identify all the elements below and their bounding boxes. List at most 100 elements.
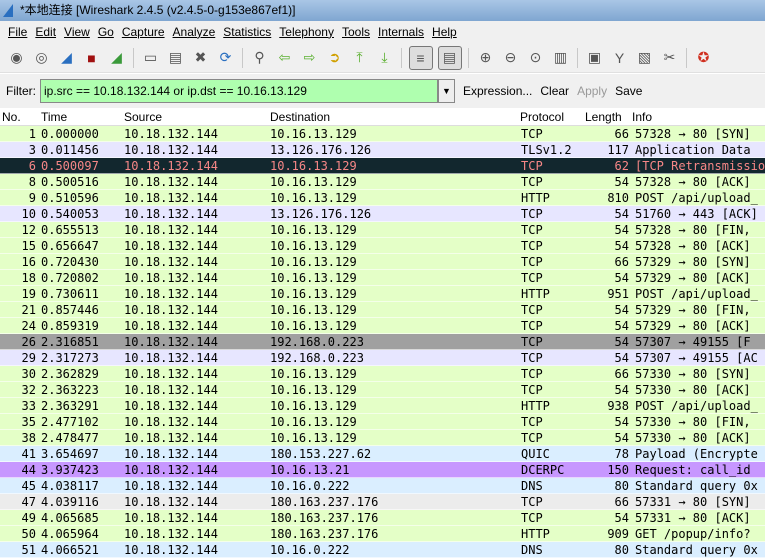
options-icon[interactable]: ◎ [32,48,52,68]
column-time[interactable]: Time [41,110,67,125]
column-source[interactable]: Source [124,110,162,125]
clear-button[interactable]: Clear [540,84,569,98]
menu-file[interactable]: File [4,21,31,43]
packet-row[interactable]: 41 3.654697 10.18.132.144 180.153.227.62 QUI… [0,446,765,462]
close-icon[interactable]: ✖ [191,48,211,68]
menu-statistics[interactable]: Statistics [219,21,275,43]
first-icon[interactable]: ⤒ [350,48,370,68]
cell-len: 810 [607,191,629,205]
packet-row[interactable]: 26 2.316851 10.18.132.144 192.168.0.223 TCP 5… [0,334,765,350]
menu-internals[interactable]: Internals [374,21,428,43]
forward-icon[interactable]: ⇨ [300,48,320,68]
menu-analyze[interactable]: Analyze [169,21,220,43]
menu-tools[interactable]: Tools [338,21,374,43]
column-no[interactable]: No. [2,110,21,125]
filter-dropdown-button[interactable]: ▼ [438,79,455,103]
cell-time: 0.656647 [41,239,99,253]
menu-view[interactable]: View [60,21,94,43]
cell-info: Application Data [635,143,751,157]
goto-icon[interactable]: ➲ [325,48,345,68]
save-filter-button[interactable]: Save [615,84,642,98]
packet-row[interactable]: 44 3.937423 10.18.132.144 10.16.13.21 DCERPC… [0,462,765,478]
cell-dst: 10.16.13.129 [270,159,357,173]
interfaces-icon[interactable]: ◉ [7,48,27,68]
cell-info: [TCP Retransmission] [635,159,765,173]
packet-row[interactable]: 8 0.500516 10.18.132.144 10.16.13.129 TCP 54 5… [0,174,765,190]
resize-columns-icon[interactable]: ▥ [551,48,571,68]
cell-time: 4.066521 [41,543,99,557]
cell-time: 0.859319 [41,319,99,333]
menu-go[interactable]: Go [94,21,118,43]
cell-proto: HTTP [521,527,550,541]
packet-row[interactable]: 6 0.500097 10.18.132.144 10.16.13.129 TCP 62 [… [0,158,765,174]
cell-no: 38 [21,431,36,445]
cell-src: 10.18.132.144 [124,367,218,381]
packet-row[interactable]: 19 0.730611 10.18.132.144 10.16.13.129 HTTP 9… [0,286,765,302]
packet-row[interactable]: 33 2.363291 10.18.132.144 10.16.13.129 HTTP 9… [0,398,765,414]
cell-src: 10.18.132.144 [124,319,218,333]
start-capture-icon[interactable]: ◢ [57,48,77,68]
packet-row[interactable]: 30 2.362829 10.18.132.144 10.16.13.129 TCP 66… [0,366,765,382]
packet-row[interactable]: 10 0.540053 10.18.132.144 13.126.176.126 TCP… [0,206,765,222]
zoom-out-icon[interactable]: ⊖ [501,48,521,68]
packet-row[interactable]: 49 4.065685 10.18.132.144 180.163.237.176 TC… [0,510,765,526]
column-protocol[interactable]: Protocol [520,110,564,125]
packet-row[interactable]: 21 0.857446 10.18.132.144 10.16.13.129 TCP 54… [0,302,765,318]
packet-row[interactable]: 15 0.656647 10.18.132.144 10.16.13.129 TCP 54… [0,238,765,254]
packet-row[interactable]: 32 2.363223 10.18.132.144 10.16.13.129 TCP 54… [0,382,765,398]
zoom-in-icon[interactable]: ⊕ [476,48,496,68]
save-icon[interactable]: ▤ [166,48,186,68]
filter-bar: Filter: ▼ Expression... Clear Apply Save [0,74,765,108]
preferences-icon[interactable]: ✂ [660,48,680,68]
cell-no: 3 [28,143,36,157]
help-icon[interactable]: ✪ [694,48,714,68]
packet-row[interactable]: 45 4.038117 10.18.132.144 10.16.0.222 DNS 80 S… [0,478,765,494]
restart-capture-icon[interactable]: ◢ [107,48,127,68]
packet-row[interactable]: 50 4.065964 10.18.132.144 180.163.237.176 HT… [0,526,765,542]
cell-info: Request: call_id [635,463,751,477]
cell-len: 54 [614,431,629,445]
reload-icon[interactable]: ⟳ [216,48,236,68]
find-icon[interactable]: ⚲ [250,48,270,68]
colorize-icon[interactable]: ≡ [408,45,433,70]
packet-row[interactable]: 16 0.720430 10.18.132.144 10.16.13.129 TCP 66… [0,254,765,270]
back-icon[interactable]: ⇦ [275,48,295,68]
menu-telephony[interactable]: Telephony [275,21,338,43]
packet-row[interactable]: 29 2.317273 10.18.132.144 192.168.0.223 TCP 5… [0,350,765,366]
apply-button[interactable]: Apply [577,84,607,98]
column-info[interactable]: Info [632,110,652,125]
packet-row[interactable]: 12 0.655513 10.18.132.144 10.16.13.129 TCP 54… [0,222,765,238]
coloring-rules-icon[interactable]: ▧ [635,48,655,68]
autoscroll-icon[interactable]: ▤ [437,45,462,70]
stop-capture-icon[interactable]: ■ [82,48,102,68]
column-length[interactable]: Length [585,110,622,125]
menu-edit[interactable]: Edit [31,21,60,43]
packet-row[interactable]: 18 0.720802 10.18.132.144 10.16.13.129 TCP 54… [0,270,765,286]
cell-src: 10.18.132.144 [124,543,218,557]
cell-proto: TCP [521,127,543,141]
packet-row[interactable]: 1 0.000000 10.18.132.144 10.16.13.129 TCP 66 5… [0,126,765,142]
packet-row[interactable]: 38 2.478477 10.18.132.144 10.16.13.129 TCP 54… [0,430,765,446]
cell-info: 57330 → 80 [SYN] [635,367,751,381]
packet-row[interactable]: 3 0.011456 10.18.132.144 13.126.176.126 TLSv… [0,142,765,158]
expression-button[interactable]: Expression... [463,84,532,98]
menu-help[interactable]: Help [428,21,461,43]
menu-capture[interactable]: Capture [118,21,169,43]
column-destination[interactable]: Destination [270,110,330,125]
capture-filters-icon[interactable]: ▣ [585,48,605,68]
cell-dst: 180.163.237.176 [270,527,379,541]
open-icon[interactable]: ▭ [141,48,161,68]
cell-info: 57307 → 49155 [AC [635,351,758,365]
display-filters-icon[interactable]: Y [610,48,630,68]
packet-row[interactable]: 47 4.039116 10.18.132.144 180.163.237.176 TC… [0,494,765,510]
cell-len: 54 [614,415,629,429]
cell-proto: TCP [521,383,543,397]
zoom-normal-icon[interactable]: ⊙ [526,48,546,68]
packet-row[interactable]: 35 2.477102 10.18.132.144 10.16.13.129 TCP 54… [0,414,765,430]
cell-proto: HTTP [521,191,550,205]
filter-input[interactable] [40,79,438,103]
packet-row[interactable]: 51 4.066521 10.18.132.144 10.16.0.222 DNS 80 S… [0,542,765,558]
last-icon[interactable]: ⤓ [375,48,395,68]
packet-row[interactable]: 9 0.510596 10.18.132.144 10.16.13.129 HTTP 81… [0,190,765,206]
packet-row[interactable]: 24 0.859319 10.18.132.144 10.16.13.129 TCP 54… [0,318,765,334]
